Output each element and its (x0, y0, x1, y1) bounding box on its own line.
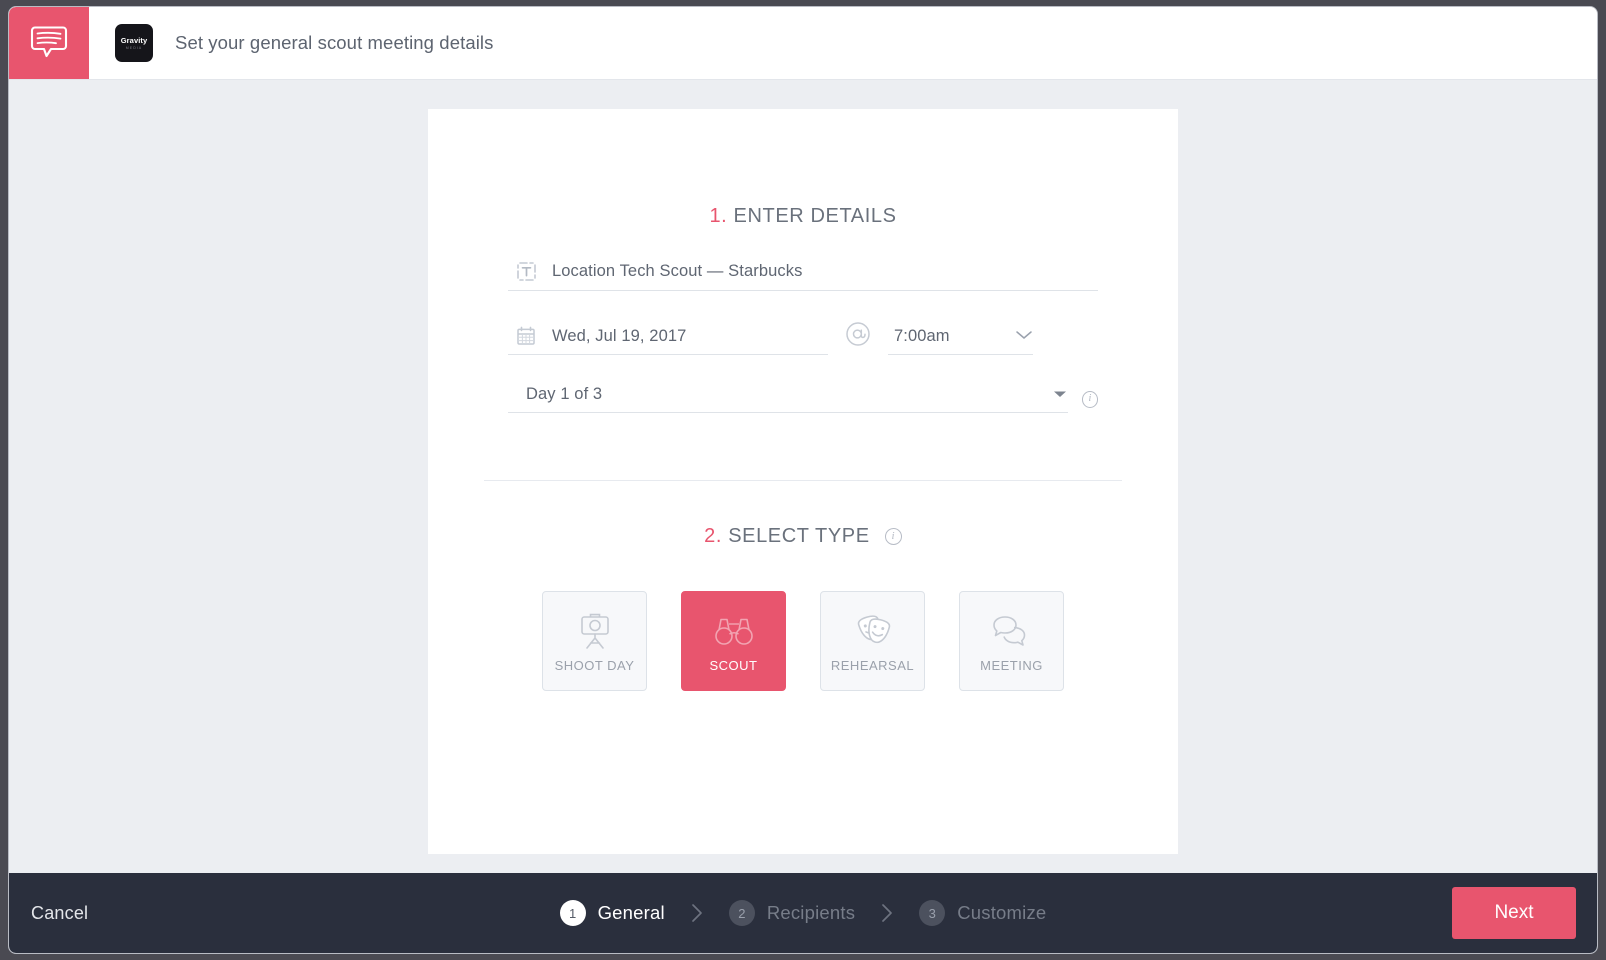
type-card-shoot-day[interactable]: SHOOT DAY (542, 591, 647, 691)
at-symbol-icon (828, 321, 888, 355)
binoculars-icon (713, 609, 755, 653)
chevron-right-icon (691, 903, 703, 923)
stage: 1. ENTER DETAILS Location Tech Scout — S… (9, 80, 1597, 873)
brand-logo: Gravity MEDIA (115, 24, 153, 62)
text-field-icon (516, 261, 542, 282)
app-window: Gravity MEDIA Set your general scout mee… (8, 6, 1598, 954)
step-recipients-label: Recipients (766, 902, 856, 923)
brand-logo-text: Gravity (120, 36, 148, 45)
type-label-scout: SCOUT (709, 658, 758, 673)
date-field-value: Wed, Jul 19, 2017 (552, 326, 687, 345)
datetime-row: Wed, Jul 19, 2017 7:00am (508, 321, 1098, 355)
time-field[interactable]: 7:00am (888, 327, 1033, 355)
header-spacer (89, 7, 115, 79)
day-info-icon[interactable]: i (1081, 390, 1098, 408)
title-field-value: Location Tech Scout — Starbucks (552, 262, 803, 280)
title-row: Location Tech Scout — Starbucks (508, 261, 1098, 291)
header-bar: Gravity MEDIA Set your general scout mee… (9, 7, 1597, 80)
chevron-right-icon (881, 903, 893, 923)
step-recipients-number: 2 (728, 900, 755, 926)
day-row: Day 1 of 3 i (508, 385, 1098, 413)
day-select-value: Day 1 of 3 (526, 385, 603, 403)
type-card-scout[interactable]: SCOUT (681, 591, 786, 691)
form-area: Location Tech Scout — Starbucks Wed, Jul… (428, 261, 1178, 413)
speech-bubble-icon (29, 21, 69, 66)
footer-bar: Cancel 1 General 2 Recipients 3 Customiz… (9, 873, 1597, 953)
section-2-number: 2. (704, 525, 723, 547)
page-title: Set your general scout meeting details (175, 32, 494, 53)
cancel-button[interactable]: Cancel (31, 903, 88, 924)
type-grid: SHOOT DAY SCOUT REHEARSAL MEETING (428, 591, 1178, 691)
brand-logo-subtext: MEDIA (125, 46, 143, 50)
chevron-down-icon (1015, 328, 1033, 346)
step-customize-number: 3 (919, 900, 946, 926)
section-1-heading: 1. ENTER DETAILS (428, 205, 1178, 228)
section-2-heading: 2. SELECT TYPE i (428, 525, 1178, 548)
time-field-value: 7:00am (894, 327, 950, 345)
section-1-label: ENTER DETAILS (733, 205, 897, 227)
camera-tripod-icon (574, 609, 616, 653)
section-2-label: SELECT TYPE (728, 525, 870, 547)
step-general-label: General (597, 902, 665, 923)
step-recipients[interactable]: 2 Recipients (728, 900, 856, 926)
section-divider (484, 480, 1122, 481)
calendar-icon (516, 326, 542, 346)
step-general[interactable]: 1 General (559, 900, 665, 926)
select-type-info-icon[interactable]: i (884, 528, 902, 546)
speech-bubbles-icon (990, 609, 1034, 653)
step-customize-label: Customize (957, 902, 1047, 923)
date-field[interactable]: Wed, Jul 19, 2017 (508, 326, 828, 355)
title-field[interactable]: Location Tech Scout — Starbucks (508, 261, 1098, 291)
type-card-rehearsal[interactable]: REHEARSAL (820, 591, 925, 691)
type-label-meeting: MEETING (980, 658, 1043, 673)
step-indicator: 1 General 2 Recipients 3 Customize (559, 900, 1047, 926)
next-button[interactable]: Next (1452, 887, 1576, 939)
header-badge[interactable] (9, 7, 89, 79)
section-1-number: 1. (709, 205, 728, 227)
theater-masks-icon (852, 609, 894, 653)
day-select[interactable]: Day 1 of 3 (508, 385, 1068, 413)
type-label-rehearsal: REHEARSAL (830, 658, 915, 673)
step-customize[interactable]: 3 Customize (919, 900, 1046, 926)
form-card: 1. ENTER DETAILS Location Tech Scout — S… (428, 109, 1178, 854)
type-card-meeting[interactable]: MEETING (959, 591, 1064, 691)
step-general-number: 1 (559, 900, 586, 926)
type-label-shoot-day: SHOOT DAY (554, 658, 635, 673)
caret-down-icon (1052, 386, 1068, 404)
